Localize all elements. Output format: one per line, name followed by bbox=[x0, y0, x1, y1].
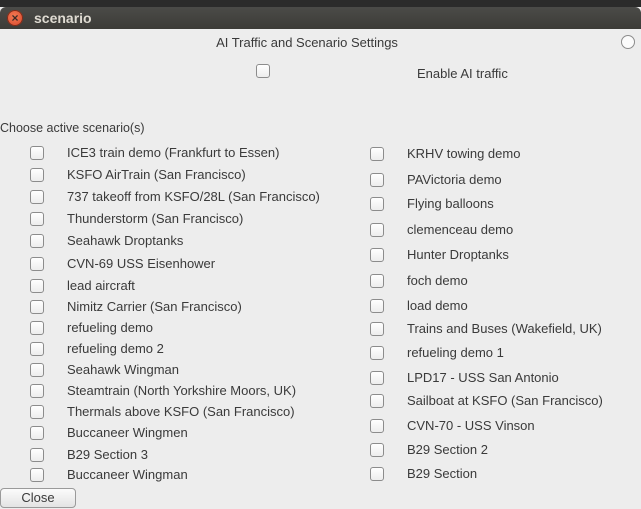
scenario-right-checkbox[interactable] bbox=[370, 346, 384, 360]
scenario-left-label: ICE3 train demo (Frankfurt to Essen) bbox=[67, 145, 280, 160]
scenario-left-checkbox[interactable] bbox=[30, 234, 44, 248]
scenario-left-checkbox[interactable] bbox=[30, 342, 44, 356]
scenario-left-checkbox[interactable] bbox=[30, 363, 44, 377]
scenario-left-label: Thermals above KSFO (San Francisco) bbox=[67, 404, 295, 419]
scenario-left-label: Buccaneer Wingmen bbox=[67, 425, 188, 440]
scenario-right-checkbox[interactable] bbox=[370, 274, 384, 288]
choose-scenarios-label: Choose active scenario(s) bbox=[0, 121, 145, 135]
scenario-right-checkbox[interactable] bbox=[370, 371, 384, 385]
dialog-title: AI Traffic and Scenario Settings bbox=[216, 35, 398, 50]
scenario-right-label: PAVictoria demo bbox=[407, 172, 502, 187]
scenario-right-label: clemenceau demo bbox=[407, 222, 514, 237]
scenario-left-checkbox[interactable] bbox=[30, 146, 44, 160]
scenario-right-label: KRHV towing demo bbox=[407, 146, 521, 161]
scenario-right-checkbox[interactable] bbox=[370, 147, 384, 161]
scenario-left-checkbox[interactable] bbox=[30, 190, 44, 204]
scenario-left-checkbox[interactable] bbox=[30, 212, 44, 226]
scenario-right-checkbox[interactable] bbox=[370, 197, 384, 211]
scenario-left-checkbox[interactable] bbox=[30, 257, 44, 271]
scenario-left-label: 737 takeoff from KSFO/28L (San Francisco… bbox=[67, 189, 320, 204]
scenario-right-label: Flying balloons bbox=[407, 196, 494, 211]
scenario-left-checkbox[interactable] bbox=[30, 300, 44, 314]
scenario-right-label: load demo bbox=[407, 298, 468, 313]
scenario-right-label: refueling demo 1 bbox=[407, 345, 504, 360]
scenario-left-label: refueling demo 2 bbox=[67, 341, 164, 356]
scenario-left-checkbox[interactable] bbox=[30, 468, 44, 482]
scenario-left-label: Thunderstorm (San Francisco) bbox=[67, 211, 244, 226]
scenario-left-label: Seahawk Droptanks bbox=[67, 233, 184, 248]
scenario-left-label: B29 Section 3 bbox=[67, 447, 148, 462]
corner-toggle-button[interactable] bbox=[621, 35, 635, 49]
scenario-left-checkbox[interactable] bbox=[30, 448, 44, 462]
scenario-right-label: Hunter Droptanks bbox=[407, 247, 509, 262]
scenario-right-checkbox[interactable] bbox=[370, 173, 384, 187]
scenario-right-checkbox[interactable] bbox=[370, 443, 384, 457]
scenario-right-checkbox[interactable] bbox=[370, 223, 384, 237]
scenario-right-label: B29 Section bbox=[407, 466, 478, 481]
scenario-left-label: KSFO AirTrain (San Francisco) bbox=[67, 167, 246, 182]
scenario-left-label: refueling demo bbox=[67, 320, 153, 335]
scenario-left-label: Nimitz Carrier (San Francisco) bbox=[67, 299, 242, 314]
scenario-right-label: Sailboat at KSFO (San Francisco) bbox=[407, 393, 603, 408]
scenario-left-checkbox[interactable] bbox=[30, 426, 44, 440]
scenario-left-label: Seahawk Wingman bbox=[67, 362, 179, 377]
scenario-right-checkbox[interactable] bbox=[370, 248, 384, 262]
window-close-icon[interactable]: × bbox=[7, 10, 23, 26]
background-strip bbox=[0, 0, 641, 7]
scenario-right-label: LPD17 - USS San Antonio bbox=[407, 370, 559, 385]
enable-ai-traffic-label: Enable AI traffic bbox=[417, 66, 508, 81]
scenario-left-label: CVN-69 USS Eisenhower bbox=[67, 256, 216, 271]
scenario-left-checkbox[interactable] bbox=[30, 168, 44, 182]
scenario-left-checkbox[interactable] bbox=[30, 321, 44, 335]
close-button[interactable]: Close bbox=[0, 488, 76, 508]
scenario-left-checkbox[interactable] bbox=[30, 279, 44, 293]
scenario-left-label: Buccaneer Wingman bbox=[67, 467, 188, 482]
scenario-right-checkbox[interactable] bbox=[370, 419, 384, 433]
scenario-right-label: CVN-70 - USS Vinson bbox=[407, 418, 535, 433]
scenario-right-checkbox[interactable] bbox=[370, 322, 384, 336]
scenario-left-label: Steamtrain (North Yorkshire Moors, UK) bbox=[67, 383, 297, 398]
scenario-right-checkbox[interactable] bbox=[370, 467, 384, 481]
scenario-right-label: B29 Section 2 bbox=[407, 442, 488, 457]
scenario-left-checkbox[interactable] bbox=[30, 405, 44, 419]
scenario-right-label: Trains and Buses (Wakefield, UK) bbox=[407, 321, 602, 336]
window-title: scenario bbox=[34, 10, 92, 26]
scenario-right-checkbox[interactable] bbox=[370, 299, 384, 313]
window-titlebar: × scenario bbox=[0, 7, 641, 29]
scenario-right-label: foch demo bbox=[407, 273, 468, 288]
enable-ai-traffic-checkbox[interactable] bbox=[256, 64, 270, 78]
scenario-left-checkbox[interactable] bbox=[30, 384, 44, 398]
scenario-left-label: lead aircraft bbox=[67, 278, 135, 293]
scenario-right-checkbox[interactable] bbox=[370, 394, 384, 408]
